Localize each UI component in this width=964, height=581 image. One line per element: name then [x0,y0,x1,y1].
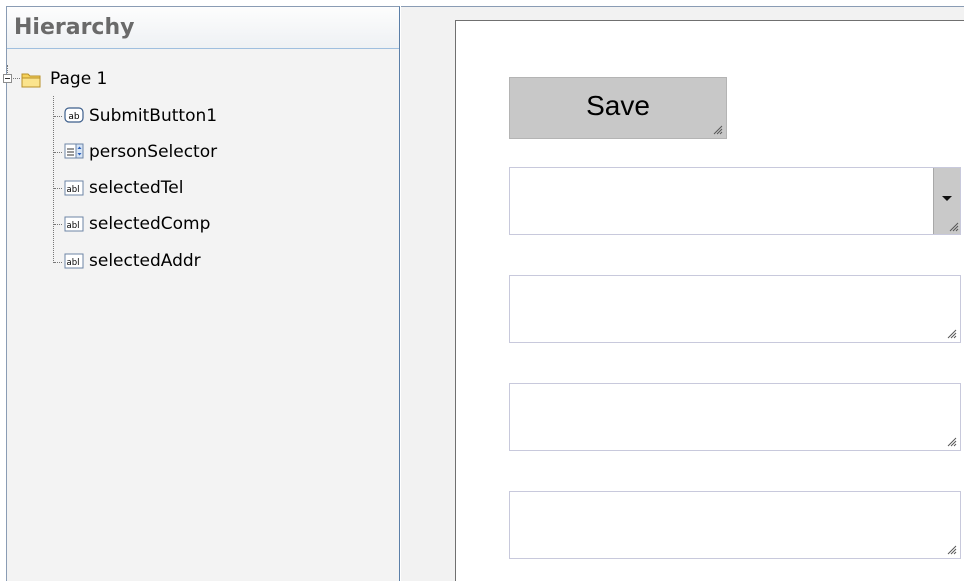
svg-text:abl: abl [67,258,80,268]
person-selector-dropdown[interactable] [509,167,961,235]
textbox-abl-icon: abl [64,180,84,196]
tree-node-page-1[interactable]: Page 1 [50,69,107,89]
folder-icon [21,73,41,88]
textbox-abl-icon: abl [64,253,84,269]
tree-connector [53,96,54,263]
hierarchy-panel: Hierarchy [6,6,400,581]
tree-node-selectedaddr[interactable]: selectedAddr [89,251,201,271]
collapse-toggle-icon[interactable] [3,74,12,83]
list-selector-icon [64,143,84,159]
tree-connector [7,65,8,73]
resize-grip-icon[interactable] [947,220,959,232]
tree-connector [54,188,62,189]
resize-grip-icon[interactable] [945,543,957,555]
tree-connector [54,224,62,225]
selected-tel-field[interactable] [509,275,961,343]
tree-node-personselector[interactable]: personSelector [89,142,217,162]
tree-connector [54,116,62,117]
chevron-down-icon [942,196,952,201]
resize-grip-icon[interactable] [945,435,957,447]
save-button[interactable]: Save [509,77,727,139]
hierarchy-title: Hierarchy [7,7,399,49]
tree-connector [54,152,62,153]
resize-grip-icon[interactable] [945,327,957,339]
svg-text:ab: ab [68,112,80,122]
resize-grip-icon[interactable] [711,123,723,135]
selected-comp-field[interactable] [509,383,961,451]
tree-node-selectedtel[interactable]: selectedTel [89,178,183,198]
tree-node-selectedcomp[interactable]: selectedComp [89,214,210,234]
selected-addr-field[interactable] [509,491,961,559]
save-button-label: Save [586,90,650,121]
tree-connector [13,78,20,79]
tree-connector [54,262,62,263]
svg-text:abl: abl [67,185,80,195]
dropdown-toggle-button[interactable] [933,168,960,234]
textbox-abl-icon: abl [64,216,84,232]
svg-text:abl: abl [67,221,80,231]
button-ab-icon: ab [64,107,84,123]
tree-node-submitbutton1[interactable]: SubmitButton1 [89,106,217,126]
